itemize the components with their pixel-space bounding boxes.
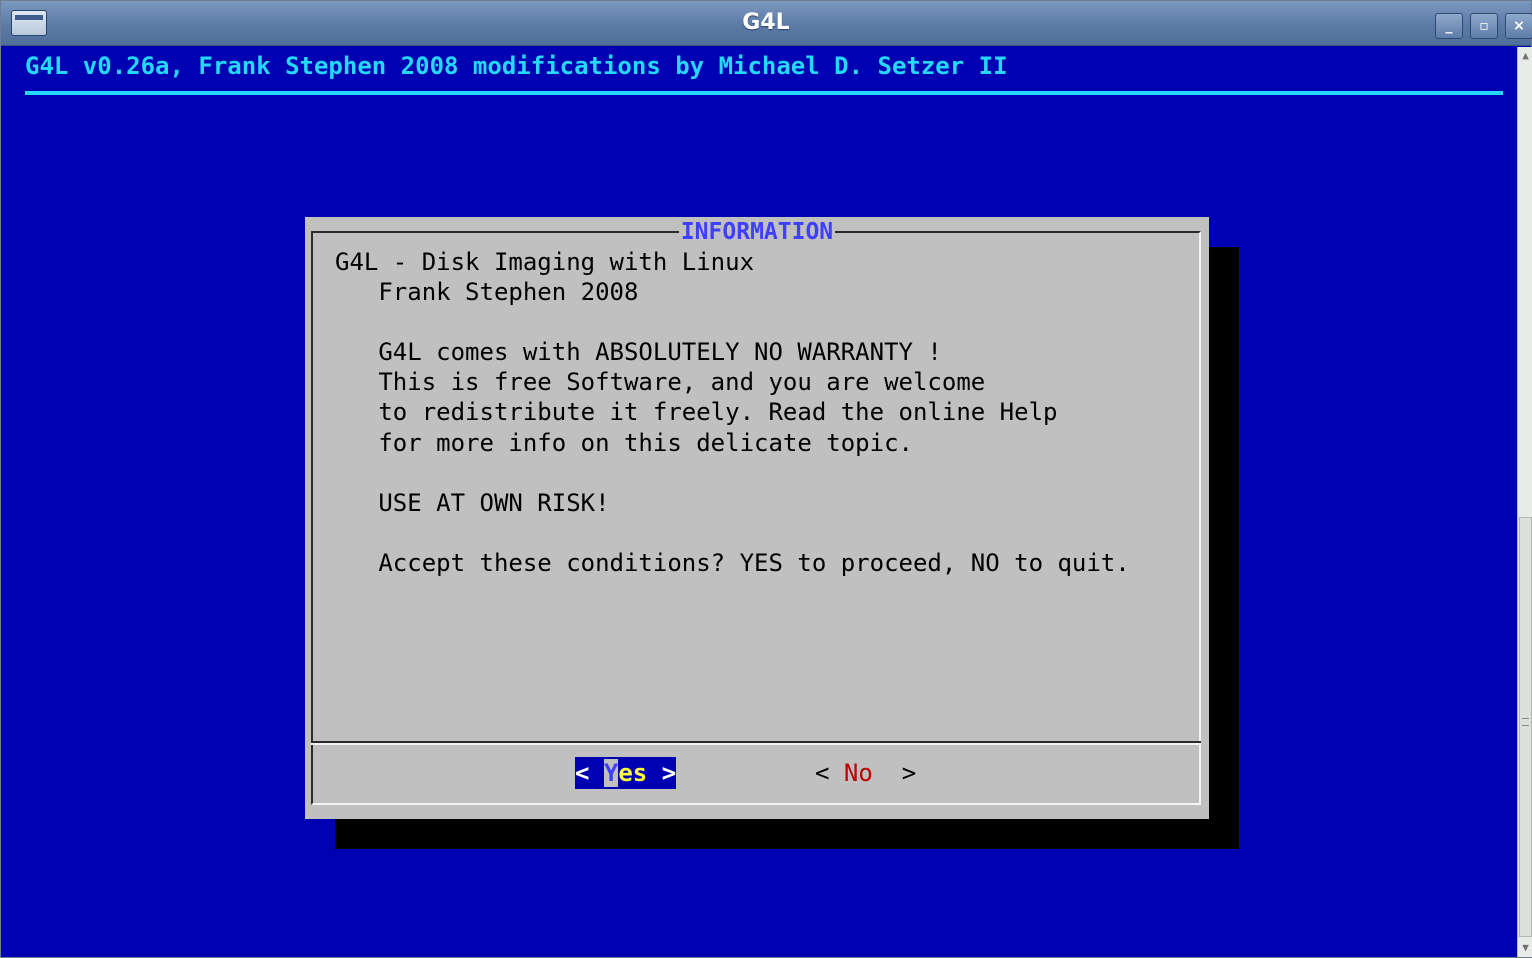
scrollbar-thumb[interactable]: [1519, 517, 1532, 937]
dialog-button-separator: [311, 741, 1201, 745]
title-bar[interactable]: G4L _ ▫ ×: [1, 1, 1532, 46]
close-button[interactable]: ×: [1505, 13, 1532, 39]
maximize-button[interactable]: ▫: [1470, 13, 1498, 39]
backtitle: G4L v0.26a, Frank Stephen 2008 modificat…: [25, 52, 1008, 80]
dialog-message: G4L - Disk Imaging with Linux Frank Step…: [335, 248, 1130, 577]
no-button-right: >: [872, 759, 917, 787]
scrollbar-grip-icon: [1522, 718, 1529, 726]
dialog-title-row: INFORMATION: [305, 217, 1209, 249]
scroll-down-arrow-icon[interactable]: ▼: [1518, 939, 1532, 957]
vertical-scrollbar[interactable]: ▲ ▼: [1517, 47, 1532, 957]
backtitle-divider: [25, 91, 1503, 95]
yes-button-right: >: [647, 759, 677, 787]
no-button-left: <: [815, 759, 844, 787]
terminal-window: G4L _ ▫ × G4L v0.26a, Frank Stephen 2008…: [0, 0, 1532, 958]
information-dialog: INFORMATION G4L - Disk Imaging with Linu…: [305, 217, 1209, 819]
yes-button[interactable]: < Yes >: [575, 757, 677, 789]
minimize-button[interactable]: _: [1435, 13, 1463, 39]
yes-button-hotkey: Y: [603, 759, 619, 787]
window-title: G4L: [742, 10, 790, 35]
scroll-up-arrow-icon[interactable]: ▲: [1518, 47, 1532, 65]
dialog-title: INFORMATION: [678, 217, 836, 247]
yes-button-rest: es: [618, 759, 648, 787]
no-button[interactable]: < No >: [815, 757, 916, 789]
no-button-hotkey: N: [843, 759, 859, 787]
terminal-screen[interactable]: G4L v0.26a, Frank Stephen 2008 modificat…: [9, 47, 1517, 957]
no-button-rest: o: [858, 759, 873, 787]
yes-button-left: <: [575, 759, 604, 787]
